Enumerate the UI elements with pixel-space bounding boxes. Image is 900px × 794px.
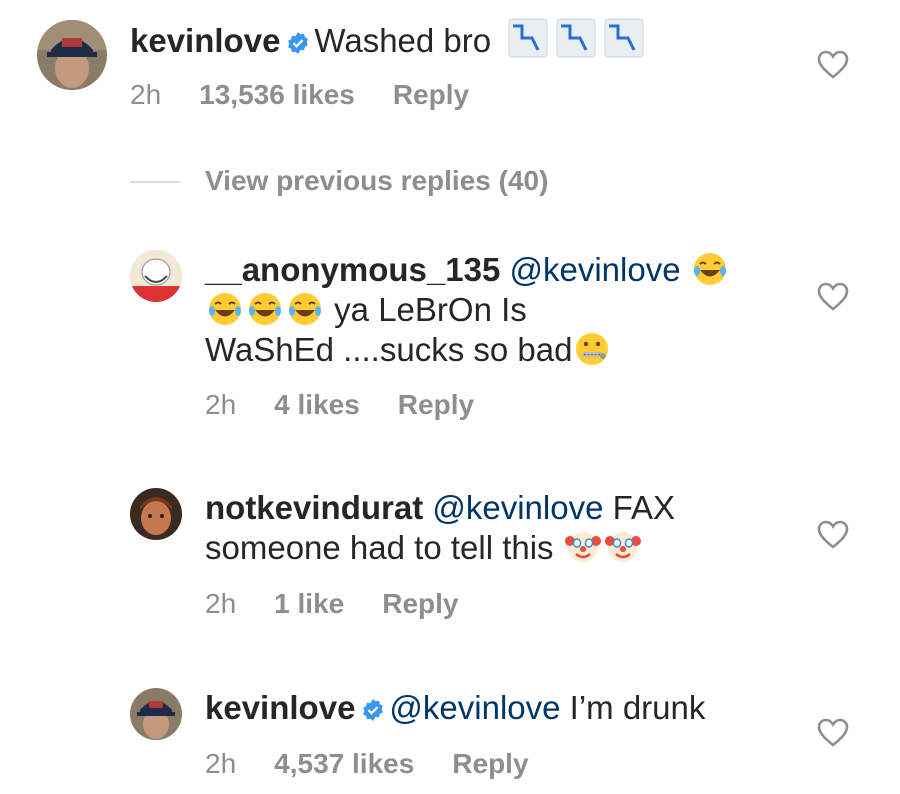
- comment-text: kevinlove @kevinlove I’m drunk: [205, 688, 705, 731]
- timestamp: 2h: [205, 389, 237, 420]
- username[interactable]: __anonymous_135: [205, 251, 500, 288]
- tears-of-joy-icon: [247, 291, 283, 327]
- verified-badge-icon: [361, 691, 385, 731]
- timestamp: 2h: [130, 79, 162, 110]
- reply-button[interactable]: Reply: [393, 79, 469, 110]
- likes-count[interactable]: 4,537 likes: [274, 748, 414, 779]
- divider-line: [130, 181, 180, 183]
- clown-icon: [604, 529, 641, 565]
- comment-text: __anonymous_135 @kevinlove ya LeBrOn Is …: [205, 250, 765, 370]
- username[interactable]: kevinlove: [130, 22, 280, 59]
- comment-body: I’m drunk: [569, 689, 706, 726]
- likes-count[interactable]: 4 likes: [274, 389, 360, 420]
- comment-meta: 2h 1 like Reply: [205, 588, 496, 620]
- comment-meta: 2h 4,537 likes Reply: [205, 748, 567, 780]
- avatar[interactable]: [130, 250, 182, 302]
- verified-badge-icon: [286, 24, 310, 64]
- reply-button[interactable]: Reply: [452, 748, 528, 779]
- comment-body: Washed bro: [314, 22, 492, 59]
- comment-body-line: ya LeBrOn Is: [334, 291, 527, 328]
- reply-button[interactable]: Reply: [398, 389, 474, 420]
- comment-body-line: someone had to tell this: [205, 529, 554, 566]
- username[interactable]: notkevindurat: [205, 489, 423, 526]
- heart-outline-icon[interactable]: [817, 282, 849, 317]
- heart-outline-icon[interactable]: [817, 718, 849, 753]
- avatar[interactable]: [130, 688, 182, 740]
- comment-text: notkevindurat @kevinlove FAX someone had…: [205, 488, 765, 568]
- comment-body-line: WaShEd ....sucks so bad: [205, 331, 573, 368]
- tears-of-joy-icon: [207, 291, 243, 327]
- timestamp: 2h: [205, 748, 237, 779]
- tears-of-joy-icon: [692, 251, 728, 287]
- comment-meta: 2h 4 likes Reply: [205, 389, 512, 421]
- username[interactable]: kevinlove: [205, 689, 355, 726]
- mention-link[interactable]: @kevinlove: [509, 251, 680, 288]
- comment-text: kevinlove Washed bro: [130, 18, 644, 64]
- chart-decreasing-icon: [604, 18, 644, 58]
- mention-link[interactable]: @kevinlove: [432, 489, 603, 526]
- reply-button[interactable]: Reply: [382, 588, 458, 619]
- avatar[interactable]: [130, 488, 182, 540]
- likes-count[interactable]: 13,536 likes: [199, 79, 355, 110]
- mention-link[interactable]: @kevinlove: [389, 689, 560, 726]
- likes-count[interactable]: 1 like: [274, 588, 344, 619]
- chart-decreasing-icon: [556, 18, 596, 58]
- heart-outline-icon[interactable]: [817, 50, 849, 85]
- comment-meta: 2h 13,536 likes Reply: [130, 79, 507, 111]
- comment-body: FAX: [612, 489, 675, 526]
- timestamp: 2h: [205, 588, 237, 619]
- zipper-mouth-icon: [574, 331, 610, 367]
- heart-outline-icon[interactable]: [817, 520, 849, 555]
- view-previous-label[interactable]: View previous replies (40): [205, 165, 548, 197]
- chart-decreasing-icon: [508, 18, 548, 58]
- clown-icon: [564, 529, 601, 565]
- avatar[interactable]: [37, 20, 107, 90]
- tears-of-joy-icon: [287, 291, 323, 327]
